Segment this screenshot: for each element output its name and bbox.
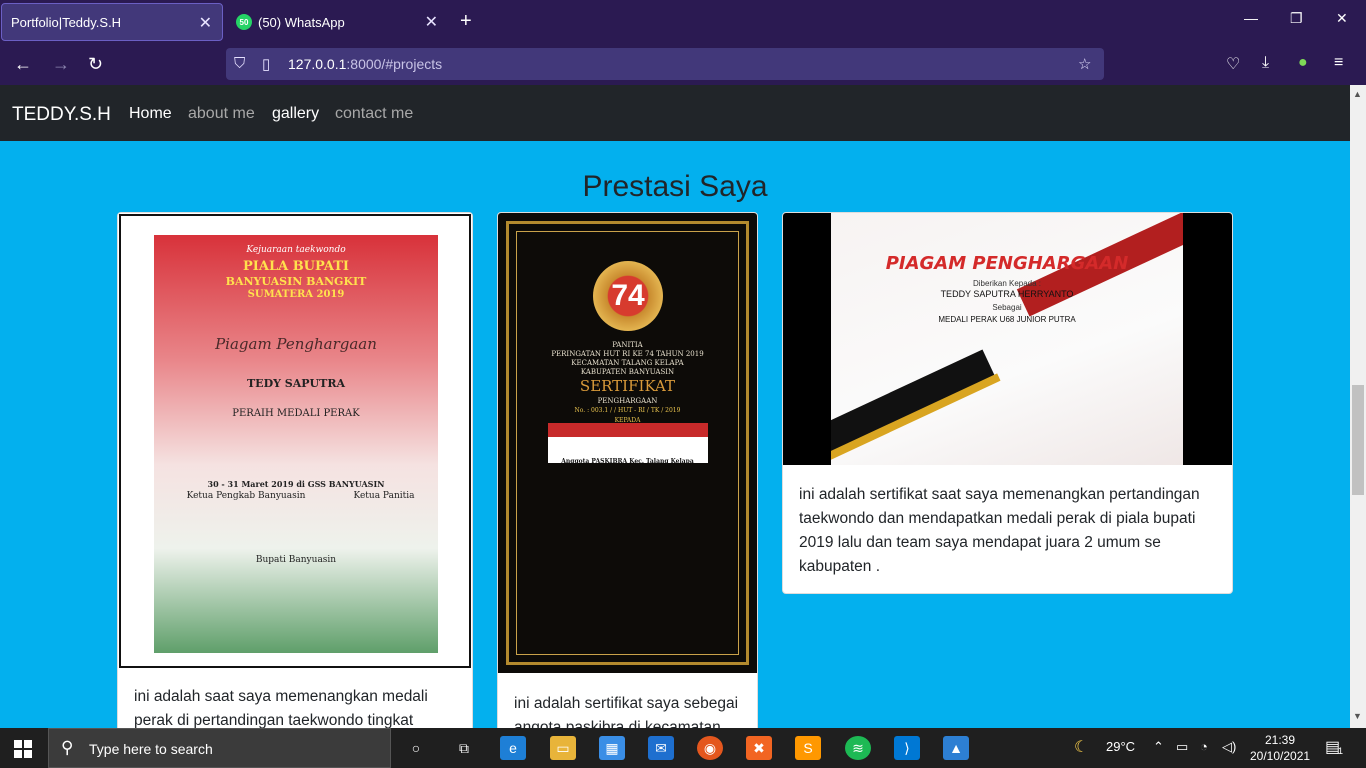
scroll-down-icon[interactable]: ▼ (1353, 711, 1362, 721)
cert-text: Ketua Panitia (353, 491, 415, 501)
cert-text: PERAIH MEDALI PERAK (232, 408, 360, 419)
xampp-icon[interactable]: ✖ (746, 736, 772, 760)
cert-text: PIALA BUPATI (243, 259, 349, 274)
volume-icon[interactable]: ◁) (1222, 739, 1236, 755)
cert-text: Sebagai (992, 303, 1022, 312)
card-description: ini adalah saat saya memenangkan medali … (134, 688, 428, 729)
url-text[interactable]: 127.0.0.1:8000/#projects (288, 56, 442, 72)
cert-text: Diberikan Kepada : (972, 279, 1042, 288)
edge-icon[interactable]: e (500, 736, 526, 760)
forward-icon[interactable]: → (52, 54, 70, 75)
bookmark-star-icon[interactable]: ☆ (1078, 55, 1091, 73)
firefox-icon[interactable]: ◉ (697, 736, 723, 760)
nav-gallery[interactable]: gallery (272, 105, 319, 123)
cert-text: PENGHARGAAN (597, 397, 658, 405)
scrollbar-thumb[interactable] (1352, 385, 1364, 495)
card-description: ini adalah sertifikat saya sebegai angot… (514, 695, 739, 732)
clock[interactable]: 21:39 20/10/2021 (1250, 732, 1310, 764)
tab-portfolio[interactable]: Portfolio|Teddy.S.H ✕ (1, 3, 223, 41)
achievement-card-3: PIAGAM PENGHARGAAN Diberikan Kepada : TE… (782, 212, 1233, 594)
vscode-icon[interactable]: ⟩ (894, 736, 920, 760)
nav-contact-me[interactable]: contact me (335, 105, 413, 123)
cert-text: No. : 003.1 / / HUT - RI / TK / 2019 (574, 407, 681, 414)
maximize-icon[interactable]: ❐ (1290, 10, 1303, 27)
achievement-card-2: 74 PANITIA PERINGATAN HUT RI KE 74 TAHUN… (497, 212, 758, 732)
weather-icon[interactable]: ☾ (1074, 737, 1088, 757)
cert-text: PANITIA (612, 341, 643, 349)
notification-count: 1 (1338, 746, 1344, 756)
nav-home[interactable]: Home (129, 105, 172, 123)
cortana-icon[interactable]: ○ (403, 736, 429, 760)
cert-text: KABUPATEN BANYUASIN (580, 368, 675, 376)
store-icon[interactable]: ▦ (599, 736, 625, 760)
cert-text: Anggota PASKIBRA Kec. Talang Kelapa (561, 458, 694, 465)
site-brand[interactable]: TEDDY.S.H (12, 104, 111, 126)
menu-icon[interactable]: ≡ (1334, 54, 1343, 72)
sublime-text-icon[interactable]: S (795, 736, 821, 760)
pocket-icon[interactable]: ♡ (1226, 54, 1240, 74)
close-window-icon[interactable]: ✕ (1336, 10, 1348, 27)
close-icon[interactable]: ✕ (425, 12, 438, 32)
reload-icon[interactable]: ↻ (88, 54, 103, 75)
cert-text: Kejuaraan taekwondo (246, 245, 346, 255)
page-scrollbar[interactable]: ▲ ▼ (1350, 85, 1366, 728)
minimize-icon[interactable]: — (1244, 10, 1258, 26)
certificate-image-piala-bupati: PIAGAM PENGHARGAAN Diberikan Kepada : TE… (783, 213, 1232, 465)
battery-icon[interactable]: ▭ (1176, 739, 1188, 755)
section-title: Prestasi Saya (582, 170, 768, 203)
cert-text: MEDALI PERAK U68 JUNIOR PUTRA (938, 315, 1076, 324)
medal-emblem: 74 (593, 261, 663, 331)
weather-temp[interactable]: 29°C (1106, 739, 1135, 754)
cert-text: TEDY SAPUTRA (247, 377, 345, 390)
cert-text: TEDDY SAPUTRA HERRYANTO (940, 289, 1074, 299)
photos-icon[interactable]: ▲ (943, 736, 969, 760)
spotify-icon[interactable]: ≋ (845, 736, 871, 760)
close-icon[interactable]: ✕ (199, 13, 212, 33)
cert-text: Piagam Penghargaan (215, 335, 377, 353)
download-icon[interactable]: ⤓ (1262, 54, 1269, 72)
task-view-icon[interactable]: ⧉ (451, 736, 477, 760)
windows-taskbar: ⚲ Type here to search ○ ⧉ e ▭ ▦ ✉ ◉ ✖ S … (0, 728, 1366, 768)
clock-time: 21:39 (1264, 733, 1296, 747)
search-icon: ⚲ (61, 738, 74, 757)
search-placeholder: Type here to search (89, 741, 213, 757)
windows-start-icon[interactable] (14, 740, 32, 758)
site-navbar: TEDDY.S.H Home about me gallery contact … (0, 85, 1350, 141)
clock-date: 20/10/2021 (1250, 749, 1311, 763)
back-icon[interactable]: ← (14, 54, 32, 75)
url-host: 127.0.0.1 (288, 56, 347, 72)
taskbar-search[interactable]: ⚲ Type here to search (48, 728, 391, 768)
tab-whatsapp[interactable]: 50 (50) WhatsApp ✕ (228, 3, 448, 41)
tab-label: Portfolio|Teddy.S.H (11, 14, 122, 30)
shield-icon[interactable]: ⛉ (234, 55, 245, 72)
whatsapp-icon: 50 (236, 14, 252, 30)
wifi-icon[interactable]: ◔ (1200, 739, 1208, 754)
cert-text: SUMATERA 2019 (247, 289, 345, 300)
cert-text: BANYUASIN BANGKIT (225, 275, 367, 288)
cert-text: PERINGATAN HUT RI KE 74 TAHUN 2019 (551, 350, 704, 358)
cert-text: SERTIFIKAT (579, 377, 676, 395)
url-path: :8000/#projects (346, 56, 443, 72)
chevron-up-icon[interactable]: ⌃ (1153, 739, 1164, 755)
cert-text: PIAGAM PENGHARGAAN (885, 253, 1129, 274)
mail-icon[interactable]: ✉ (648, 736, 674, 760)
browser-toolbar: ← → ↻ ⛉ ▯ 127.0.0.1:8000/#projects ☆ ♡ ⤓… (0, 45, 1366, 85)
achievement-card-1: Kejuaraan taekwondo PIALA BUPATI BANYUAS… (117, 212, 473, 732)
cert-text: 30 - 31 Maret 2019 di GSS BANYUASIN (207, 479, 385, 489)
browser-tab-bar: Portfolio|Teddy.S.H ✕ 50 (50) WhatsApp ✕… (0, 0, 1366, 45)
nav-about-me[interactable]: about me (188, 105, 255, 123)
scroll-up-icon[interactable]: ▲ (1353, 89, 1362, 99)
cert-text: Bupati Banyuasin (255, 555, 337, 565)
card-description: ini adalah sertifikat saat saya memenang… (799, 486, 1200, 575)
cert-text: KECAMATAN TALANG KELAPA (571, 359, 684, 367)
address-bar[interactable]: ⛉ ▯ 127.0.0.1:8000/#projects ☆ (226, 48, 1104, 80)
page-icon[interactable]: ▯ (262, 55, 270, 73)
file-explorer-icon[interactable]: ▭ (550, 736, 576, 760)
cert-ribbon (548, 423, 708, 463)
new-tab-icon[interactable]: + (460, 10, 472, 33)
certificate-image-paskibra: 74 PANITIA PERINGATAN HUT RI KE 74 TAHUN… (498, 213, 757, 673)
tab-label: (50) WhatsApp (258, 14, 345, 30)
certificate-image-taekwondo: Kejuaraan taekwondo PIALA BUPATI BANYUAS… (119, 214, 471, 668)
extension-icon[interactable]: ● (1298, 54, 1308, 72)
